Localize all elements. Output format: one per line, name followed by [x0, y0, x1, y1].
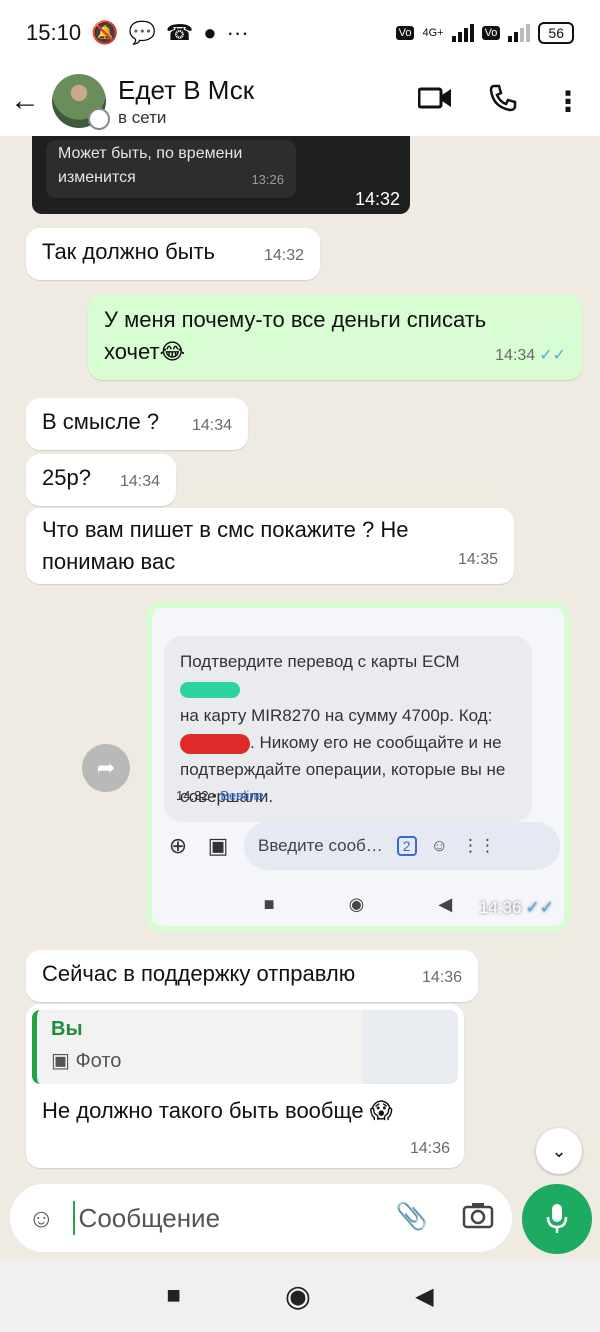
more-notifications-icon: ··· — [226, 20, 249, 45]
gallery-icon: ▣ — [207, 833, 229, 858]
contact-status: в сети — [118, 107, 167, 127]
message-text: В смысле ? — [42, 409, 160, 434]
message-incoming[interactable]: Что вам пишет в смс покажите ? Не понима… — [26, 508, 514, 584]
message-icon: ● — [203, 20, 217, 45]
message-time: 14:32 — [263, 247, 304, 264]
add-icon: ⊕ — [168, 833, 188, 858]
voice-call-icon[interactable] — [488, 83, 518, 120]
screenshot-message[interactable]: Подтвердите перевод с карты ЕСМ на карту… — [146, 602, 570, 932]
message-time: 14:36 — [421, 969, 462, 986]
nav-home-icon: ◉ — [348, 893, 365, 914]
sms-compose-bar: ⊕ ▣ Введите сооб… 2 ☺ ⋮⋮ — [164, 822, 560, 870]
message-text: У меня почему-то все деньги списать хоче… — [104, 307, 487, 364]
quoted-thumbnail — [362, 1010, 458, 1084]
quoted-type: Фото — [75, 1050, 122, 1072]
back-icon[interactable]: ◀ — [415, 1282, 433, 1311]
attach-icon[interactable]: 📎 — [396, 1201, 428, 1236]
disappearing-timer-icon — [88, 108, 110, 130]
nav-square-icon: ■ — [263, 893, 275, 914]
redaction-mark — [180, 681, 240, 698]
mic-button[interactable] — [522, 1184, 592, 1254]
message-incoming[interactable]: 25р? 14:34 — [26, 454, 176, 506]
sim-badge: 2 — [396, 836, 417, 856]
message-input-placeholder: Сообщение — [78, 1202, 221, 1233]
contact-info[interactable]: Едет В Мск в сети — [118, 75, 254, 128]
chat-header: ← Едет В Мск в сети ⋮ — [0, 66, 600, 136]
status-bar: 15:10 🔕 💬 ☎ ● ··· Vo 4G+ Vo 56 — [0, 0, 600, 66]
message-time: 14:35 — [457, 551, 498, 568]
message-time: 14:34 — [119, 473, 160, 490]
video-call-icon[interactable] — [417, 85, 452, 118]
message-text: Не должно такого быть вообще 😱 — [42, 1098, 393, 1123]
more-options-icon[interactable]: ⋮ — [554, 85, 582, 118]
message-time: 14:36 — [478, 898, 522, 917]
signal-icon-2 — [508, 24, 531, 42]
message-time: 14:34 — [191, 417, 232, 434]
message-incoming[interactable]: В смысле ? 14:34 — [26, 398, 248, 450]
camera-icon[interactable] — [462, 1201, 494, 1236]
avatar[interactable] — [52, 74, 110, 130]
viber-icon: ☎ — [165, 20, 194, 45]
image-message[interactable]: Может быть, по времени изменится 13:26 1… — [32, 136, 410, 214]
message-text: 25р? — [42, 465, 91, 490]
recents-icon[interactable]: ■ — [166, 1282, 181, 1310]
home-icon[interactable]: ◉ — [285, 1279, 311, 1314]
message-input[interactable]: ☺ Сообщение 📎 — [10, 1184, 512, 1252]
status-time: 15:10 — [26, 20, 82, 45]
forward-icon[interactable]: ➦ — [82, 744, 130, 792]
volte-icon-2: Vo — [481, 26, 501, 40]
quoted-message[interactable]: Вы ▣ Фото — [32, 1010, 458, 1084]
volte-icon: Vo — [395, 26, 415, 40]
mute-icon: 🔕 — [91, 20, 119, 45]
message-text: Сейчас в поддержку отправлю — [42, 961, 356, 986]
message-incoming[interactable]: Сейчас в поддержку отправлю 14:36 — [26, 950, 478, 1002]
message-time: 14:34 — [495, 347, 536, 364]
image-inner-text: Может быть, по времени изменится — [58, 145, 243, 186]
reply-message[interactable]: Вы ▣ Фото Не должно такого быть вообще 😱… — [26, 1004, 464, 1168]
emoji-icon[interactable]: ☺ — [28, 1203, 55, 1234]
photo-icon: ▣ — [51, 1050, 70, 1072]
redaction-mark — [180, 733, 250, 754]
network-type: 4G+ — [422, 27, 444, 39]
message-outgoing[interactable]: У меня почему-то все деньги списать хоче… — [88, 294, 582, 380]
sms-compose-placeholder: Введите сооб… — [258, 836, 383, 855]
message-incoming[interactable]: Так должно быть 14:32 — [26, 228, 320, 280]
message-time: 14:36 — [409, 1140, 450, 1157]
read-ticks-icon: ✓✓ — [539, 347, 566, 364]
scroll-down-icon[interactable]: ⌄ — [536, 1128, 582, 1174]
image-inner-time: 13:26 — [251, 172, 284, 187]
back-arrow-icon[interactable]: ← — [10, 84, 44, 118]
input-bar: ☺ Сообщение 📎 — [0, 1176, 600, 1260]
quoted-author: Вы — [51, 1018, 83, 1040]
message-text: Так должно быть — [42, 239, 216, 264]
chat-bubble-icon: 💬 — [128, 20, 156, 45]
sms-meta: 14:32 • Beeline — [176, 788, 264, 803]
read-ticks-icon: ✓✓ — [525, 898, 555, 917]
emoji-icon: ☺ — [430, 836, 448, 855]
signal-icon — [451, 24, 474, 42]
system-nav-bar: ■ ◉ ◀ — [0, 1260, 600, 1332]
message-text: Что вам пишет в смс покажите ? Не понима… — [42, 517, 409, 574]
text-cursor — [72, 1201, 75, 1235]
image-inner-bubble: Может быть, по времени изменится 13:26 — [46, 140, 296, 198]
message-time: 14:32 — [354, 189, 400, 209]
voice-wave-icon: ⋮⋮ — [461, 836, 496, 855]
nav-back-icon: ◀ — [438, 893, 453, 914]
battery-level: 56 — [538, 22, 574, 44]
contact-name[interactable]: Едет В Мск — [118, 75, 254, 106]
chat-area[interactable]: Может быть, по времени изменится 13:26 1… — [0, 136, 600, 1190]
